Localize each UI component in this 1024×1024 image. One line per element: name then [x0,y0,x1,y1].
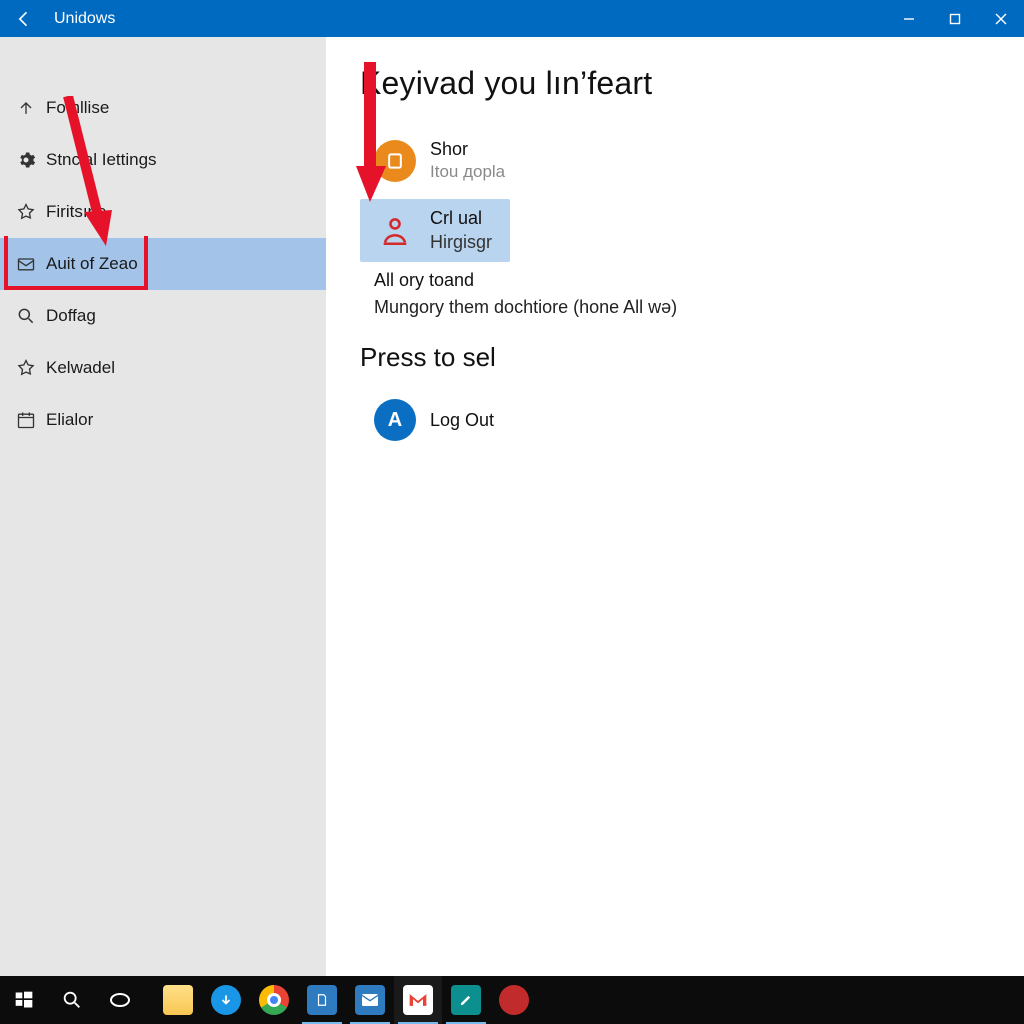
taskbar-app-gmail[interactable] [394,976,442,1024]
download-icon [211,985,241,1015]
sidebar: Fomllise Stncial Iettings Firitsıne [0,37,326,976]
taskbar [0,976,1024,1024]
sidebar-item-elialor[interactable]: Elialor [0,394,326,446]
window-title: Unidows [48,10,115,28]
titlebar: Unidows [0,0,1024,37]
document-icon [307,985,337,1015]
chrome-icon [259,985,289,1015]
sidebar-item-label: Kelwadel [46,358,115,378]
sidebar-item-label: Doffag [46,306,96,326]
taskbar-app-pen[interactable] [442,976,490,1024]
sidebar-item-fomllise[interactable]: Fomllise [0,82,326,134]
content-area: Keyivad you lın’feart Shor Itou дopla [326,37,1024,976]
card-title: Log Out [430,409,494,432]
gear-icon [12,150,40,170]
section-title: Press to sel [326,342,1024,373]
minimize-button[interactable] [886,0,932,37]
sidebar-item-label: Elialor [46,410,93,430]
taskbar-search[interactable] [48,976,96,1024]
app-icon [499,985,529,1015]
taskbar-app-red[interactable] [490,976,538,1024]
sidebar-item-label: Firitsıne [46,202,106,222]
maximize-button[interactable] [932,0,978,37]
page-title: Keyivad you lın’feart [326,65,1024,102]
back-button[interactable] [0,0,48,37]
sidebar-item-settings[interactable]: Stncial Iettings [0,134,326,186]
windows-icon [14,990,34,1010]
star-outline-icon [12,202,40,222]
start-button[interactable] [0,976,48,1024]
calendar-icon [12,410,40,430]
sidebar-item-label: Fomllise [46,98,109,118]
avatar-letter-icon: A [374,399,416,441]
info-line-1: All ory toand [326,270,1024,291]
search-icon [12,306,40,326]
taskbar-app-explorer[interactable] [154,976,202,1024]
task-view-button[interactable] [96,976,144,1024]
logout-card[interactable]: A Log Out [360,391,510,449]
card-title: Crl ual [430,207,492,230]
account-card-crlual[interactable]: Crl ual Hirgisgr [360,199,510,262]
folder-icon [163,985,193,1015]
sidebar-item-label: Auit of Zeao [46,254,138,274]
account-card-shor[interactable]: Shor Itou дopla [360,130,519,191]
sidebar-item-firitsine[interactable]: Firitsıne [0,186,326,238]
gmail-icon [403,985,433,1015]
star-outline-icon [12,358,40,378]
info-line-2: Mungory them dochtiore (hone All wə) [326,297,1024,318]
pen-icon [451,985,481,1015]
sidebar-item-kelwadel[interactable]: Kelwadel [0,342,326,394]
taskbar-app-notepad[interactable] [298,976,346,1024]
task-view-icon [108,988,132,1012]
taskbar-app-downloads[interactable] [202,976,250,1024]
sidebar-item-doffag[interactable]: Doffag [0,290,326,342]
upload-icon [12,98,40,118]
sidebar-item-auit-of-zeao[interactable]: Auit of Zeao [0,238,326,290]
taskbar-app-chrome[interactable] [250,976,298,1024]
card-title: Shor [430,138,505,161]
card-subtitle: Itou дopla [430,161,505,183]
close-button[interactable] [978,0,1024,37]
mail-icon [355,985,385,1015]
mail-icon [12,254,40,274]
sidebar-item-label: Stncial Iettings [46,150,157,170]
card-subtitle: Hirgisgr [430,231,492,254]
person-icon [374,210,416,252]
taskbar-app-mail[interactable] [346,976,394,1024]
avatar-icon [374,140,416,182]
search-icon [61,989,83,1011]
